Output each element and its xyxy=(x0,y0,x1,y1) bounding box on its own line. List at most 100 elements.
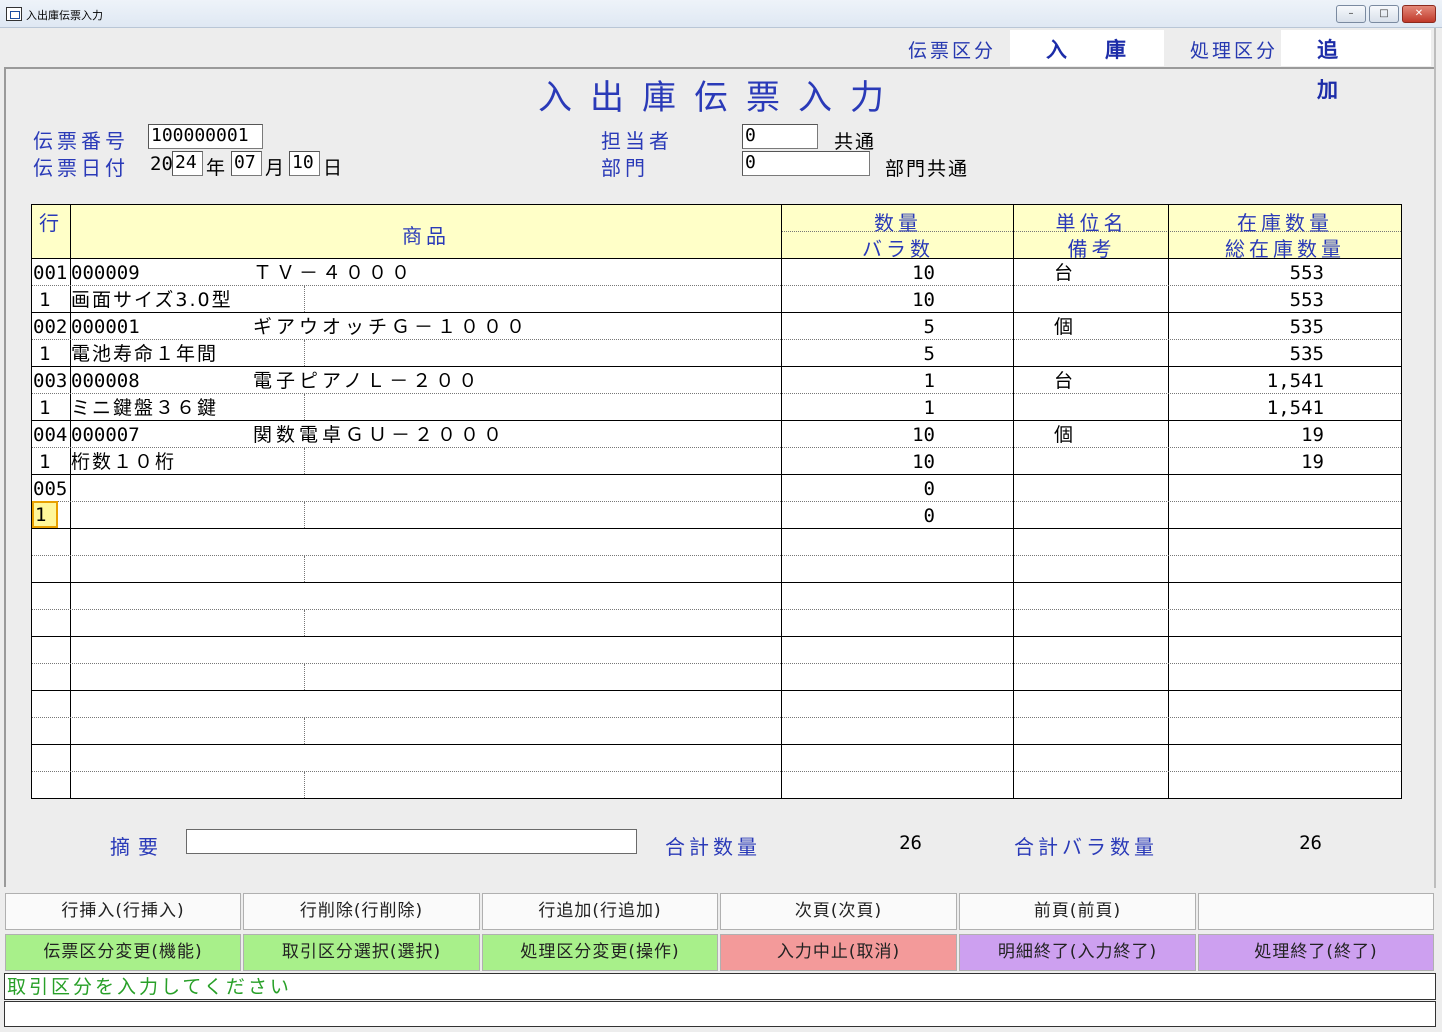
blank-function-button[interactable] xyxy=(1198,893,1434,930)
cancel-input-button[interactable]: 入力中止(取消) xyxy=(720,934,957,971)
row-loose-qty[interactable]: 1 xyxy=(783,395,935,421)
window-title: 入出庫伝票入力 xyxy=(26,9,103,22)
row-stock: 535 xyxy=(1289,316,1324,338)
row-total-stock: 553 xyxy=(1289,289,1324,311)
row-line-no: 005 xyxy=(33,478,68,500)
col-header-unit: 単位名 xyxy=(1055,211,1128,235)
row-note[interactable]: 電池寿命１年間 xyxy=(71,341,218,367)
dept-code-input[interactable]: 0 xyxy=(742,151,870,176)
insert-row-button[interactable]: 行挿入(行挿入) xyxy=(5,893,241,930)
summary-input[interactable] xyxy=(186,829,637,854)
row-total-stock: 535 xyxy=(1289,343,1324,365)
row-loose-qty[interactable]: 0 xyxy=(783,503,935,529)
close-button[interactable]: ✕ xyxy=(1402,5,1436,23)
change-process-type-button[interactable]: 処理区分変更(操作) xyxy=(482,934,718,971)
row-note[interactable]: 画面サイズ3.0型 xyxy=(71,287,233,313)
row-sub-no[interactable]: 1 xyxy=(35,502,46,528)
detail-grid[interactable]: 行 商品 数量 バラ数 単位名 備考 在庫数量 総在庫数量 001 000009… xyxy=(31,204,1402,799)
left-border xyxy=(4,67,6,887)
total-loose-value: 26 xyxy=(1299,832,1322,854)
select-transaction-type-button[interactable]: 取引区分選択(選択) xyxy=(243,934,480,971)
row-product-name: ギアウオッチＧ－１０００ xyxy=(253,316,530,338)
col-header-qty: 数量 xyxy=(874,211,922,235)
row-loose-qty[interactable]: 5 xyxy=(783,341,935,367)
staff-code-input[interactable]: 0 xyxy=(742,124,818,149)
row-note[interactable]: 桁数１０桁 xyxy=(71,449,176,475)
col-header-stock: 在庫数量 xyxy=(1237,211,1333,235)
app-icon xyxy=(6,7,22,21)
change-slip-type-button[interactable]: 伝票区分変更(機能) xyxy=(5,934,241,971)
prev-page-button[interactable]: 前頁(前頁) xyxy=(959,893,1196,930)
slip-date-label: 伝票日付 xyxy=(33,156,129,180)
row-qty[interactable]: 1 xyxy=(783,368,935,394)
col-header-total-stock: 総在庫数量 xyxy=(1225,237,1345,261)
row-stock: 553 xyxy=(1289,262,1324,284)
summary-label: 摘要 xyxy=(110,835,166,859)
total-loose-label: 合計バラ数量 xyxy=(1014,835,1158,859)
header-divider xyxy=(4,67,1436,69)
row-total-stock: 1,541 xyxy=(1266,397,1324,419)
col-header-product: 商品 xyxy=(402,224,450,248)
col-header-remarks: 備考 xyxy=(1067,237,1116,261)
row-sub-no: 1 xyxy=(39,343,51,365)
year-label: 年 xyxy=(206,157,228,179)
process-type-label: 処理区分 xyxy=(1190,40,1279,62)
add-row-button[interactable]: 行追加(行追加) xyxy=(482,893,718,930)
grid-header: 行 商品 数量 バラ数 単位名 備考 在庫数量 総在庫数量 xyxy=(32,205,1401,261)
row-line-no: 001 xyxy=(33,262,68,284)
total-qty-value: 26 xyxy=(899,832,922,854)
col-header-loose-qty: バラ数 xyxy=(862,237,934,261)
form-title: 入出庫伝票入力 xyxy=(538,78,902,118)
row-product-code[interactable]: 000007 xyxy=(71,422,140,448)
row-qty[interactable]: 5 xyxy=(783,314,935,340)
row-total-stock: 19 xyxy=(1301,451,1324,473)
row-qty[interactable]: 10 xyxy=(783,422,935,448)
dept-label: 部門 xyxy=(601,156,649,180)
row-unit: 個 xyxy=(1054,424,1076,446)
slip-no-input[interactable]: 100000001 xyxy=(148,124,263,149)
maximize-button[interactable]: □ xyxy=(1369,5,1399,23)
day-input[interactable]: 10 xyxy=(289,151,320,176)
finish-details-button[interactable]: 明細終了(入力終了) xyxy=(959,934,1196,971)
staff-label: 担当者 xyxy=(601,129,673,153)
minimize-button[interactable]: – xyxy=(1336,5,1366,23)
row-line-no: 002 xyxy=(33,316,68,338)
delete-row-button[interactable]: 行削除(行削除) xyxy=(243,893,480,930)
row-sub-no: 1 xyxy=(39,451,51,473)
row-loose-qty[interactable]: 10 xyxy=(783,449,935,475)
row-qty[interactable]: 10 xyxy=(783,260,935,286)
month-label: 月 xyxy=(265,157,287,179)
status-message: 取引区分を入力してください xyxy=(4,973,1436,1000)
month-input[interactable]: 07 xyxy=(231,151,262,176)
year-input[interactable]: 24 xyxy=(172,151,203,176)
row-sub-no: 1 xyxy=(39,397,51,419)
row-unit: 個 xyxy=(1054,316,1076,338)
row-loose-qty[interactable]: 10 xyxy=(783,287,935,313)
row-stock: 1,541 xyxy=(1266,370,1324,392)
row-product-name: 関数電卓ＧＵ－２０００ xyxy=(253,424,507,446)
slip-type-label: 伝票区分 xyxy=(908,40,997,62)
row-product-code[interactable]: 000001 xyxy=(71,314,140,340)
slip-no-label: 伝票番号 xyxy=(33,129,129,153)
next-page-button[interactable]: 次頁(次頁) xyxy=(720,893,957,930)
row-qty[interactable]: 0 xyxy=(783,476,935,502)
day-label: 日 xyxy=(323,157,345,179)
staff-name: 共通 xyxy=(834,131,877,153)
dept-name: 部門共通 xyxy=(885,158,970,180)
row-sub-no: 1 xyxy=(39,289,51,311)
process-type-value[interactable]: 追加 xyxy=(1281,30,1431,102)
row-product-name: 電子ピアノＬ－２００ xyxy=(253,370,482,392)
row-note[interactable]: ミニ鍵盤３６鍵 xyxy=(71,395,218,421)
row-product-code[interactable]: 000009 xyxy=(71,260,140,286)
row-product-code[interactable]: 000008 xyxy=(71,368,140,394)
row-line-no: 003 xyxy=(33,370,68,392)
row-product-name: ＴＶ－４０００ xyxy=(253,262,415,284)
year-prefix: 20 xyxy=(150,153,173,175)
slip-type-value[interactable]: 入庫 xyxy=(1010,30,1164,66)
row-unit: 台 xyxy=(1054,370,1076,392)
total-qty-label: 合計数量 xyxy=(665,835,761,859)
title-bar: 入出庫伝票入力 – □ ✕ xyxy=(0,0,1442,28)
row-line-no: 004 xyxy=(33,424,68,446)
finish-process-button[interactable]: 処理終了(終了) xyxy=(1198,934,1434,971)
status-bar-secondary xyxy=(4,1001,1436,1027)
